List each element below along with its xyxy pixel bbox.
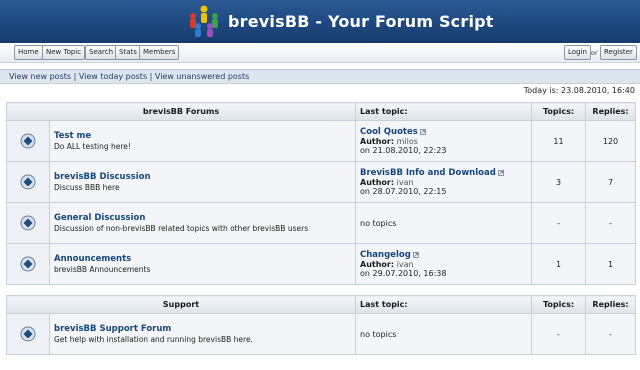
forum-description: Discuss BBB here (54, 183, 120, 192)
last-topic-cell: BrevisBB Info and Download Author: ivan … (355, 161, 533, 203)
topics-count: - (531, 313, 586, 355)
no-topics-text: no topics (360, 329, 397, 339)
last-topic-cell: no topics (355, 313, 532, 355)
column-header-last-topic: Last topic: (355, 102, 533, 121)
table-header: brevisBB Forums Last topic: Topics: Repl… (5, 102, 637, 121)
forum-icon-cell (6, 161, 50, 203)
forum-bullet-icon (20, 133, 36, 149)
view-new-posts-link[interactable]: View new posts (9, 72, 71, 81)
header-banner: brevisBB - Your Forum Script (0, 0, 640, 43)
forum-info: General Discussion Discussion of non-bre… (48, 202, 357, 244)
replies-count: 1 (585, 243, 637, 285)
no-topics-text: no topics (360, 218, 397, 228)
or-separator: or (591, 49, 598, 57)
author-name[interactable]: milos (397, 137, 418, 146)
stats-button[interactable]: Stats (115, 45, 141, 60)
login-button[interactable]: Login (564, 45, 591, 60)
separator: | (71, 72, 79, 81)
forum-name-link[interactable]: General Discussion (54, 213, 355, 223)
forums-table: brevisBB Forums Last topic: Topics: Repl… (5, 102, 637, 285)
goto-last-post-icon[interactable] (497, 169, 504, 176)
register-button[interactable]: Register (600, 45, 637, 60)
home-button[interactable]: Home (14, 45, 43, 60)
search-button[interactable]: Search (85, 45, 118, 60)
author-name[interactable]: ivan (397, 260, 414, 269)
view-links-bar: View new posts | View today posts | View… (0, 69, 640, 84)
view-today-posts-link[interactable]: View today posts (79, 72, 147, 81)
author-name[interactable]: ivan (397, 178, 414, 187)
forum-bullet-icon (20, 215, 36, 231)
forum-description: Discussion of non-brevisBB related topic… (54, 224, 309, 233)
replies-count: 7 (585, 161, 637, 203)
forum-description: Get help with installation and running b… (54, 335, 253, 344)
forum-info: Test me Do ALL testing here! (48, 120, 357, 162)
author-label: Author: (360, 178, 395, 187)
last-topic-cell: Changelog Author: ivan on 29.07.2010, 16… (355, 243, 533, 285)
last-topic-link[interactable]: Cool Quotes (360, 127, 418, 137)
current-date: Today is: 23.08.2010, 16:40 (523, 86, 635, 95)
forum-icon-cell (6, 313, 50, 355)
forum-name-link[interactable]: brevisBB Discussion (54, 172, 355, 182)
forum-icon-cell (6, 120, 50, 162)
forum-name-link[interactable]: Announcements (54, 254, 355, 264)
forum-bullet-icon (20, 326, 36, 342)
author-label: Author: (360, 260, 395, 269)
column-header-last-topic: Last topic: (355, 295, 532, 314)
last-topic-cell: no topics (355, 202, 533, 244)
column-header-replies: Replies: (585, 102, 637, 121)
forum-row: Test me Do ALL testing here! Cool Quotes… (6, 120, 637, 162)
replies-count: - (585, 313, 636, 355)
section-title: brevisBB Forums (5, 102, 357, 121)
topics-count: - (531, 202, 587, 244)
people-logo-icon (190, 5, 218, 37)
replies-count: - (585, 202, 637, 244)
topics-count: 1 (531, 243, 587, 285)
column-header-replies: Replies: (585, 295, 636, 314)
separator: | (147, 72, 155, 81)
site-title: brevisBB - Your Forum Script (228, 12, 494, 31)
topics-count: 3 (531, 161, 587, 203)
replies-count: 120 (585, 120, 637, 162)
forum-info: Announcements brevisBB Announcements (48, 243, 357, 285)
last-topic-link[interactable]: BrevisBB Info and Download (360, 168, 496, 178)
forum-row: General Discussion Discussion of non-bre… (6, 202, 637, 244)
goto-last-post-icon[interactable] (412, 251, 419, 258)
forum-bullet-icon (20, 174, 36, 190)
top-navbar: Home New Topic Search Stats Members Logi… (0, 43, 640, 63)
forum-icon-cell (6, 202, 50, 244)
forum-row: Announcements brevisBB Announcements Cha… (6, 243, 637, 285)
forum-description: Do ALL testing here! (54, 142, 131, 151)
forum-bullet-icon (20, 256, 36, 272)
goto-last-post-icon[interactable] (419, 128, 426, 135)
members-button[interactable]: Members (139, 45, 180, 60)
forum-description: brevisBB Announcements (54, 265, 151, 274)
forum-name-link[interactable]: Test me (54, 131, 355, 141)
topics-count: 11 (531, 120, 587, 162)
last-topic-cell: Cool Quotes Author: milos on 21.08.2010,… (355, 120, 533, 162)
new-topic-button[interactable]: New Topic (42, 45, 86, 60)
view-unanswered-posts-link[interactable]: View unanswered posts (155, 72, 249, 81)
last-post-date: on 29.07.2010, 16:38 (360, 269, 447, 278)
column-header-topics: Topics: (531, 102, 587, 121)
last-post-date: on 28.07.2010, 22:15 (360, 187, 447, 196)
author-label: Author: (360, 137, 395, 146)
forum-row: brevisBB Discussion Discuss BBB here Bre… (6, 161, 637, 203)
forum-info: brevisBB Discussion Discuss BBB here (48, 161, 357, 203)
table-header: Support Last topic: Topics: Replies: (6, 295, 636, 314)
forum-name-link[interactable]: brevisBB Support Forum (54, 324, 355, 334)
section-title: Support (6, 295, 356, 314)
last-topic-link[interactable]: Changelog (360, 250, 411, 260)
forum-row: brevisBB Support Forum Get help with ins… (6, 313, 636, 355)
forum-info: brevisBB Support Forum Get help with ins… (49, 313, 356, 355)
forum-icon-cell (6, 243, 50, 285)
last-post-date: on 21.08.2010, 22:23 (360, 146, 447, 155)
support-table: Support Last topic: Topics: Replies: bre… (6, 295, 636, 355)
column-header-topics: Topics: (531, 295, 586, 314)
